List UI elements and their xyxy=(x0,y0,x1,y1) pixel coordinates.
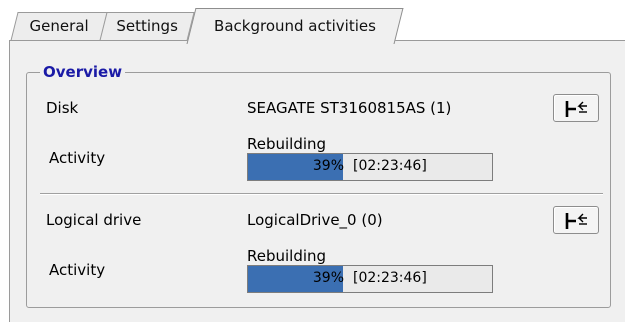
disk-label: Disk xyxy=(46,99,79,117)
row-divider xyxy=(40,193,603,195)
disk-progress-percent: 39% xyxy=(312,158,344,174)
tab-bar: General Settings Background activities xyxy=(0,0,626,44)
locate-icon xyxy=(565,101,587,117)
tab-general[interactable]: General xyxy=(10,12,108,41)
tab-general-label: General xyxy=(29,17,89,35)
disk-locate-button[interactable] xyxy=(553,94,599,122)
logical-drive-label: Logical drive xyxy=(46,211,142,229)
tab-background-activities-label: Background activities xyxy=(214,17,376,35)
tab-settings-label: Settings xyxy=(116,17,178,35)
disk-progress-bar: 39% [02:23:46] xyxy=(247,153,493,181)
logical-drive-progress-elapsed: [02:23:46] xyxy=(353,270,427,286)
disk-activity-label: Activity xyxy=(49,149,106,167)
logical-drive-locate-button[interactable] xyxy=(553,206,599,234)
logical-drive-progress-bar: 39% [02:23:46] xyxy=(247,265,493,293)
logical-drive-activity-status: Rebuilding xyxy=(247,247,327,265)
disk-value: SEAGATE ST3160815AS (1) xyxy=(247,99,452,117)
logical-drive-activity-label: Activity xyxy=(49,261,106,279)
locate-icon xyxy=(565,213,587,229)
overview-title: Overview xyxy=(40,62,126,82)
disk-progress-elapsed: [02:23:46] xyxy=(353,158,427,174)
disk-activity-status: Rebuilding xyxy=(247,135,327,153)
logical-drive-progress-percent: 39% xyxy=(312,270,344,286)
tab-background-activities[interactable]: Background activities xyxy=(186,8,404,44)
logical-drive-value: LogicalDrive_0 (0) xyxy=(247,211,383,229)
tab-settings[interactable]: Settings xyxy=(99,12,195,41)
